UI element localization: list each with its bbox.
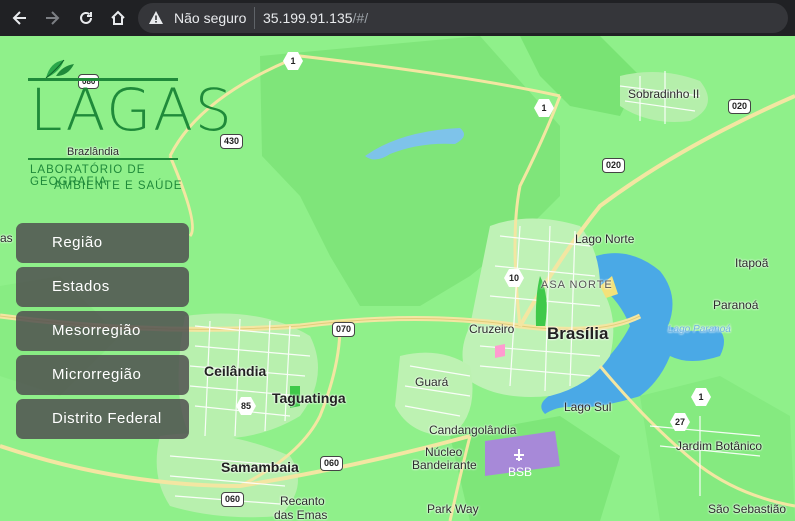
label-nucleo: Núcleo xyxy=(425,445,463,459)
reload-icon[interactable] xyxy=(74,6,98,30)
label-lago-paranoa: Lago Paranoá xyxy=(668,324,731,335)
menu-item-mesorregiao[interactable]: Mesorregião xyxy=(16,311,189,351)
label-park-way: Park Way xyxy=(427,502,479,516)
home-icon[interactable] xyxy=(106,6,130,30)
label-taguatinga: Taguatinga xyxy=(272,390,346,406)
label-sao-sebastiao: São Sebastião xyxy=(708,502,787,516)
label-das-emas: das Emas xyxy=(274,508,328,521)
road-shield-070: 070 xyxy=(332,322,356,337)
menu-item-distrito-federal[interactable]: Distrito Federal xyxy=(16,399,189,439)
label-samambaia: Samambaia xyxy=(221,459,299,475)
label-edge: as xyxy=(0,231,13,245)
label-jardim-botanico: Jardim Botânico xyxy=(676,439,763,453)
label-airport: BSB xyxy=(508,465,533,479)
label-lago-sul: Lago Sul xyxy=(564,400,612,414)
label-bandeirante: Bandeirante xyxy=(412,458,477,472)
url-text[interactable]: 35.199.91.135/#/ xyxy=(263,10,368,26)
region-menu: Região Estados Mesorregião Microrregião … xyxy=(16,223,189,443)
road-shield-020b: 020 xyxy=(602,158,626,173)
warning-icon[interactable] xyxy=(148,10,164,31)
lagas-logo[interactable]: LAGAS LABORATÓRIO DE GEOGRAFIA AMBIENTE … xyxy=(28,56,232,201)
label-asa-norte: ASA NORTE xyxy=(541,279,613,291)
menu-item-microrregiao[interactable]: Microrregião xyxy=(16,355,189,395)
label-cruzeiro: Cruzeiro xyxy=(469,322,515,336)
back-icon[interactable] xyxy=(8,6,32,30)
label-lago-norte: Lago Norte xyxy=(575,232,635,246)
security-label[interactable]: Não seguro xyxy=(174,10,246,26)
url-path: /#/ xyxy=(352,10,369,26)
label-paranoa: Paranoá xyxy=(713,298,759,312)
label-ceilandia: Ceilândia xyxy=(204,363,267,379)
forward-icon[interactable] xyxy=(40,6,64,30)
road-shield-020: 020 xyxy=(728,99,752,114)
road-shield-060: 060 xyxy=(320,456,344,471)
logo-subtitle-2: AMBIENTE E SAÚDE xyxy=(54,180,183,192)
address-bar[interactable]: Não seguro 35.199.91.135/#/ xyxy=(138,3,788,33)
logo-wordmark: LAGAS xyxy=(30,76,234,144)
menu-item-estados[interactable]: Estados xyxy=(16,267,189,307)
label-itapoa: Itapoã xyxy=(735,256,769,270)
url-host: 35.199.91.135 xyxy=(263,10,353,26)
label-brasilia: Brasília xyxy=(547,324,609,343)
separator xyxy=(254,7,255,29)
browser-toolbar: Não seguro 35.199.91.135/#/ xyxy=(0,0,795,36)
logo-bar-bottom xyxy=(28,158,178,160)
label-recanto: Recanto xyxy=(280,494,325,508)
label-guara: Guará xyxy=(415,375,449,389)
label-candangolandia: Candangolândia xyxy=(429,423,517,437)
road-shield-060b: 060 xyxy=(221,492,245,507)
label-sobradinho: Sobradinho II xyxy=(628,87,700,101)
menu-item-regiao[interactable]: Região xyxy=(16,223,189,263)
